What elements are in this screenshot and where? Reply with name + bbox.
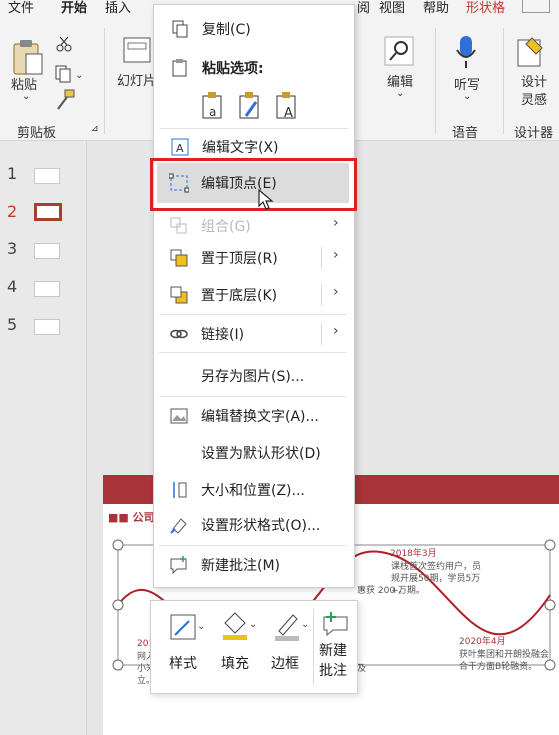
slide-thumbnail-pane: 1 2 3 4 5 xyxy=(0,141,87,735)
share-icon[interactable] xyxy=(522,0,550,13)
svg-text:⌄: ⌄ xyxy=(249,619,257,630)
chevron-down-icon[interactable]: ⌄ xyxy=(22,91,30,102)
fill-bucket-icon: ⌄ xyxy=(223,612,257,640)
slide-thumbnail[interactable] xyxy=(34,281,60,297)
menu-item-copy[interactable]: 复制(C) xyxy=(154,11,354,47)
voice-group-label: 语音 xyxy=(452,126,479,141)
thumbnail-number: 3 xyxy=(7,239,18,258)
ribbon-separator xyxy=(435,28,436,134)
paste-use-destination-theme-icon[interactable] xyxy=(236,90,264,122)
format-painter-icon[interactable] xyxy=(53,88,77,112)
mouse-cursor-icon xyxy=(258,188,274,210)
mini-toolbar: ⌄ 样式 ⌄ 填充 ⌄ 边框 新建批注 xyxy=(150,600,358,694)
microphone-icon[interactable] xyxy=(455,34,477,70)
paste-options-header: 粘贴选项: xyxy=(154,50,354,80)
outline-button[interactable]: ⌄ 边框 xyxy=(265,601,313,693)
menu-item-label: 复制(C) xyxy=(202,22,251,38)
thumbnail-number: 4 xyxy=(7,277,18,296)
thumbnail-number: 5 xyxy=(7,315,18,334)
event-text: 获叶集团和开朗投融会合干方面B轮融资。 xyxy=(459,650,550,672)
annotation-highlight-box xyxy=(150,158,357,211)
fill-button[interactable]: ⌄ 填充 xyxy=(213,601,263,693)
fill-label: 填充 xyxy=(221,656,249,672)
designer-label[interactable]: 设计灵感 xyxy=(521,74,555,110)
chevron-down-icon[interactable]: ⌄ xyxy=(463,91,471,102)
paste-keep-formatting-icon[interactable]: a xyxy=(199,90,227,122)
clipboard-group-label: 剪贴板 xyxy=(17,126,57,141)
thumbnail-number: 1 xyxy=(7,164,18,183)
svg-text:A: A xyxy=(284,106,293,121)
ribbon-separator xyxy=(503,28,504,134)
outline-label: 边框 xyxy=(271,656,299,672)
outline-pen-icon: ⌄ xyxy=(275,614,309,641)
menu-item-label: 编辑文字(X) xyxy=(202,140,279,156)
mini-toolbar-separator xyxy=(313,609,314,685)
copy-icon[interactable]: ⌄ xyxy=(54,64,84,84)
event-date: 2020年4月 xyxy=(459,637,506,647)
new-slide-icon[interactable] xyxy=(122,34,152,68)
paste-text-only-icon[interactable]: A xyxy=(273,90,301,122)
svg-text:⌄: ⌄ xyxy=(197,621,205,632)
slide-thumbnail[interactable] xyxy=(34,319,60,335)
svg-text:⌄: ⌄ xyxy=(75,70,83,81)
event-text: 惠获 200 万期。 xyxy=(357,586,425,596)
paste-icon[interactable] xyxy=(12,38,46,78)
svg-text:A: A xyxy=(176,142,184,155)
paste-options-label: 粘贴选项: xyxy=(202,61,264,77)
slide-thumbnail-selected[interactable] xyxy=(34,203,62,221)
new-comment-button[interactable]: 新建批注 xyxy=(315,601,357,693)
ribbon-separator xyxy=(104,28,105,134)
copy-icon xyxy=(172,20,188,38)
designer-icon[interactable] xyxy=(514,34,550,70)
thumbnail-number: 2 xyxy=(7,202,18,221)
style-button[interactable]: ⌄ 样式 xyxy=(161,601,207,693)
paste-icon xyxy=(172,59,187,77)
new-comment-icon xyxy=(323,612,348,637)
shape-style-icon: ⌄ xyxy=(170,614,205,640)
search-icon[interactable] xyxy=(384,36,414,66)
slide-thumbnail[interactable] xyxy=(34,243,60,259)
chevron-down-icon[interactable]: ⌄ xyxy=(396,88,404,99)
text-box-icon: A xyxy=(171,138,189,156)
context-menu: 复制(C) 粘贴选项: a A A 编辑文字(X) xyxy=(153,4,355,588)
slide-title: ■■ 公司 xyxy=(108,511,155,524)
new-comment-label: 新建批注 xyxy=(319,643,347,679)
style-label: 样式 xyxy=(169,656,197,672)
svg-text:a: a xyxy=(209,105,216,119)
event-date: 2018年3月 xyxy=(390,549,437,559)
new-slide-label[interactable]: 幻灯片 xyxy=(117,70,156,89)
svg-text:⌄: ⌄ xyxy=(301,619,309,630)
cut-icon[interactable] xyxy=(56,36,72,52)
dialog-launcher-icon[interactable]: ⊿ xyxy=(91,124,99,134)
slide-thumbnail[interactable] xyxy=(34,168,60,184)
designer-group-label: 设计器 xyxy=(514,126,554,141)
event-text: 及 xyxy=(357,664,367,674)
